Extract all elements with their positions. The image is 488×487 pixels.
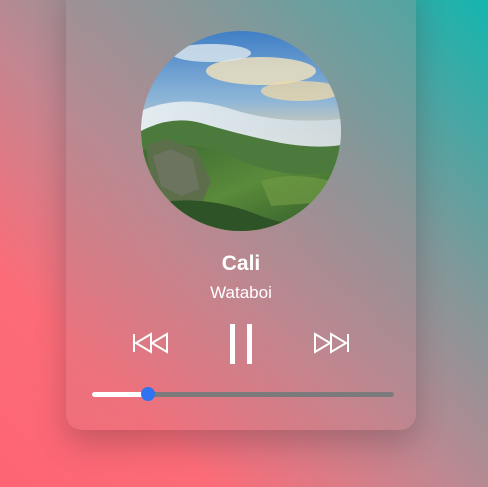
landscape-cover-image <box>141 31 341 231</box>
progress-slider[interactable] <box>92 387 394 401</box>
track-title: Cali <box>221 252 261 275</box>
track-artist: Wataboi <box>210 283 272 302</box>
pause-button[interactable] <box>228 323 254 365</box>
previous-track-button[interactable] <box>132 332 170 354</box>
album-cover <box>141 31 341 231</box>
skip-back-icon <box>133 332 168 354</box>
next-track-button[interactable] <box>312 332 350 354</box>
skip-forward-icon <box>314 332 349 354</box>
progress-fill <box>92 392 148 397</box>
pause-icon <box>230 324 252 364</box>
progress-thumb[interactable] <box>140 387 155 401</box>
